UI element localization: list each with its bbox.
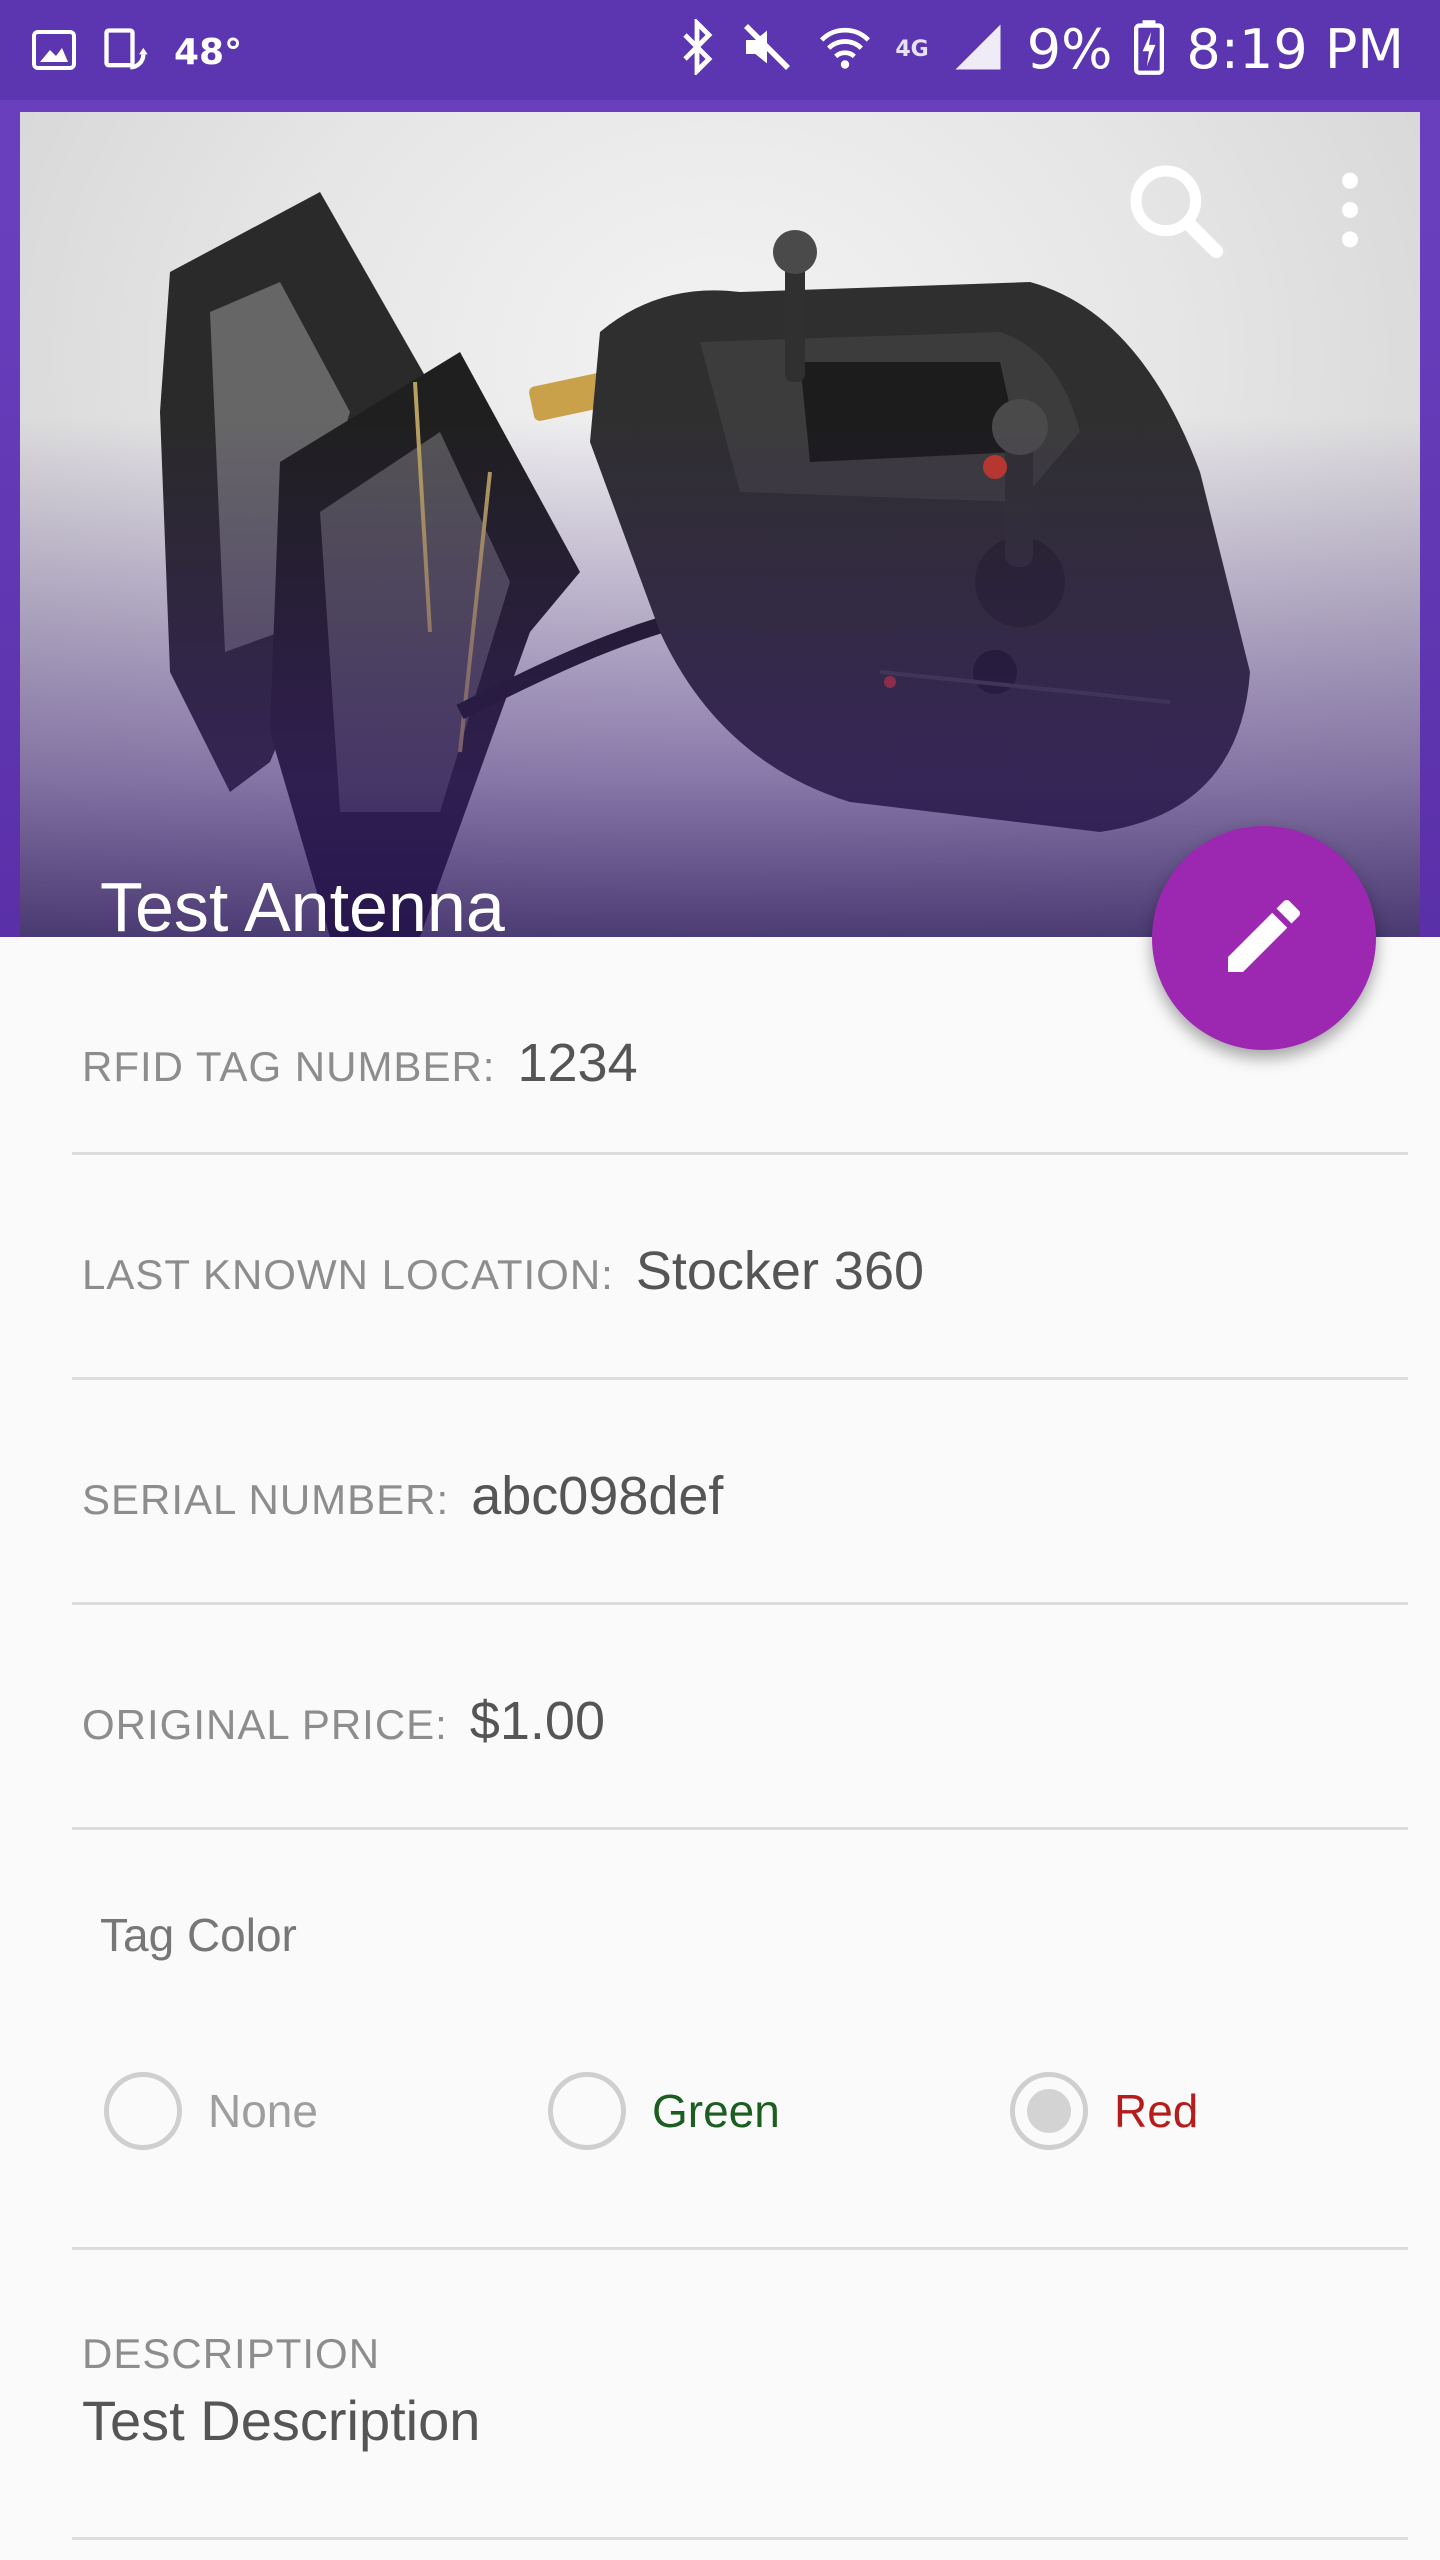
temperature: 48° [174,32,243,73]
battery-charging-icon [1134,19,1165,80]
field-last-location: LAST KNOWN LOCATION: Stocker 360 [72,1155,1408,1380]
battery-percent: 9% [1026,18,1113,81]
edit-icon [1216,888,1312,989]
image-icon [30,26,78,79]
overflow-menu-button[interactable] [1330,170,1370,255]
field-label: RFID TAG NUMBER: [82,1043,496,1090]
search-button[interactable] [1120,155,1230,270]
search-icon [1120,165,1230,269]
tag-color-section [72,1830,1408,2250]
field-original-price: ORIGINAL PRICE: $1.00 [72,1605,1408,1830]
field-label: ORIGINAL PRICE: [82,1701,448,1748]
description-value: Test Description [82,2389,481,2452]
description-label: DESCRIPTION [82,2330,381,2377]
clock: 8:19 PM [1186,18,1404,81]
more-vert-icon [1330,172,1370,254]
field-value: abc098def [471,1466,724,1526]
field-serial-number: SERIAL NUMBER: abc098def [72,1380,1408,1605]
field-value: $1.00 [469,1691,605,1751]
bluetooth-icon [677,17,717,80]
mute-icon [739,19,795,80]
field-description: DESCRIPTION Test Description [72,2250,1408,2540]
item-title: Test Antenna [100,868,505,937]
lte-indicator: 4G [895,37,929,62]
signal-icon [951,20,1005,79]
field-rfid: RFID TAG NUMBER: 1234 [72,1000,1408,1155]
rotation-icon [100,24,152,81]
field-value: Stocker 360 [635,1241,925,1301]
status-bar: 48° 4G 9% 8:19 PM [0,0,1440,100]
field-value: 1234 [517,1033,638,1093]
wifi-icon [817,19,873,80]
field-label: SERIAL NUMBER: [82,1476,450,1523]
field-label: LAST KNOWN LOCATION: [82,1251,614,1298]
